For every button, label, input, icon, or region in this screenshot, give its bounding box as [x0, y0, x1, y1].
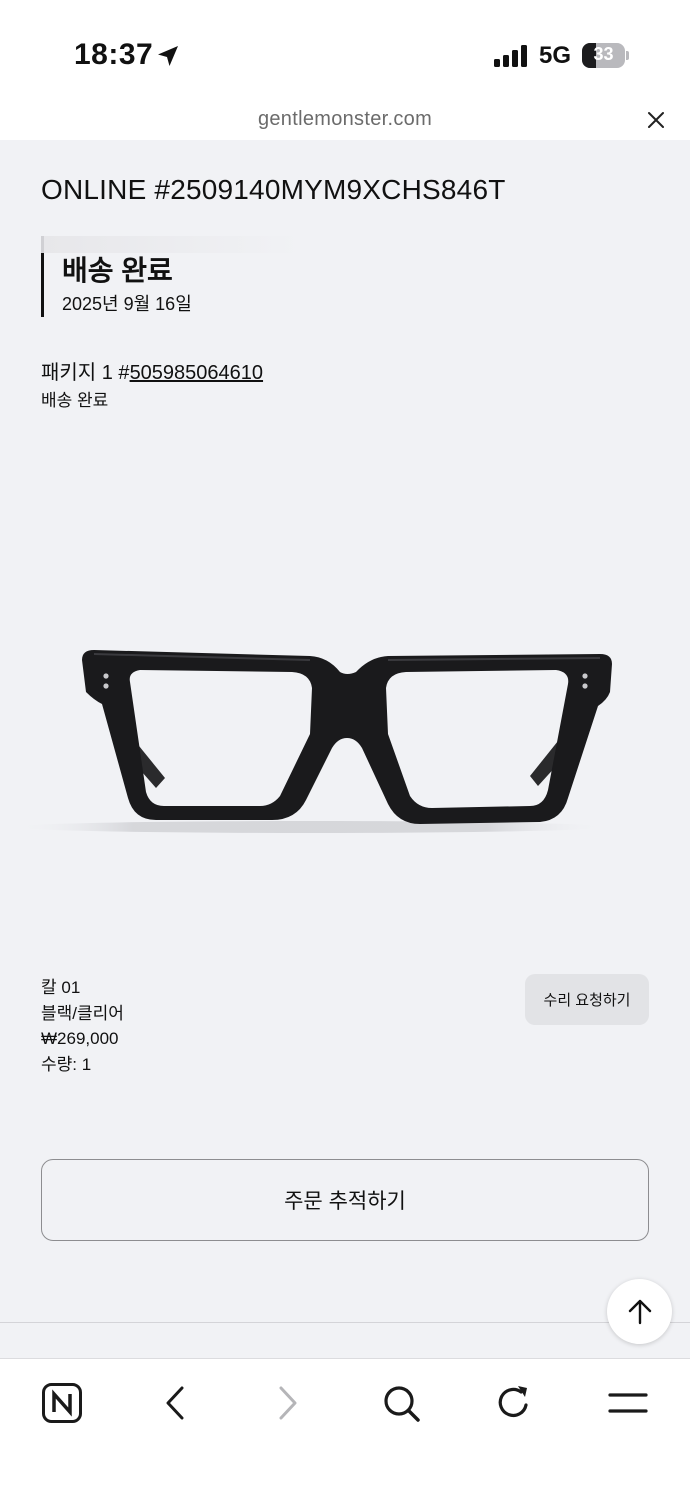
forward-button[interactable] [266, 1381, 310, 1425]
package-label: 패키지 1 #505985064610 [41, 360, 263, 386]
status-time: 18:37 [74, 38, 154, 71]
screen: 18:37 5G 33 gentlemonster.com ONLINE #25… [0, 0, 690, 1500]
arrow-up-icon [628, 1299, 651, 1324]
naver-home-button[interactable] [40, 1381, 84, 1425]
location-arrow-icon [158, 46, 178, 66]
url-bar[interactable]: gentlemonster.com [0, 100, 690, 140]
search-button[interactable] [379, 1381, 423, 1425]
forward-arrow-icon [279, 1386, 297, 1420]
delivery-status-title: 배송 완료 [62, 255, 173, 286]
close-icon[interactable] [644, 108, 668, 132]
status-bar: 18:37 5G 33 [0, 0, 690, 100]
menu-icon [608, 1393, 648, 1413]
product-info: 칼 01 블랙/클리어 ₩269,000 수량: 1 [41, 975, 124, 1077]
order-detail-content: ONLINE #2509140MYM9XCHS846T 배송 완료 2025년 … [0, 140, 690, 1358]
section-divider [0, 1322, 690, 1323]
product-quantity: 수량: 1 [41, 1054, 92, 1074]
product-price: ₩269,000 [41, 1029, 119, 1048]
status-divider [41, 236, 301, 253]
back-button[interactable] [153, 1381, 197, 1425]
delivery-status-block: 배송 완료 2025년 9월 16일 [41, 253, 192, 317]
tracking-number-link[interactable]: 505985064610 [130, 362, 263, 384]
scroll-to-top-button[interactable] [607, 1279, 672, 1344]
product-image-glasses [15, 650, 612, 833]
search-icon [384, 1386, 420, 1422]
product-color: 블랙/클리어 [41, 1003, 124, 1023]
refresh-icon [498, 1386, 528, 1418]
naver-home-icon [42, 1383, 82, 1423]
menu-button[interactable] [606, 1381, 650, 1425]
package-prefix: 패키지 1 # [41, 362, 130, 384]
battery-percent: 33 [593, 44, 614, 64]
order-number: ONLINE #2509140MYM9XCHS846T [41, 174, 506, 205]
browser-toolbar [0, 1358, 690, 1500]
network-type: 5G [539, 42, 572, 69]
delivery-date: 2025년 9월 16일 [62, 294, 192, 314]
track-order-button[interactable]: 주문 추적하기 [41, 1159, 649, 1241]
battery-icon: 33 [582, 43, 630, 68]
url-text[interactable]: gentlemonster.com [0, 108, 690, 131]
back-arrow-icon [166, 1386, 184, 1420]
request-repair-button[interactable]: 수리 요청하기 [525, 974, 649, 1025]
product-name: 칼 01 [41, 978, 81, 997]
cellular-signal-icon [494, 45, 527, 67]
package-status: 배송 완료 [41, 391, 109, 410]
refresh-button[interactable] [492, 1381, 536, 1425]
